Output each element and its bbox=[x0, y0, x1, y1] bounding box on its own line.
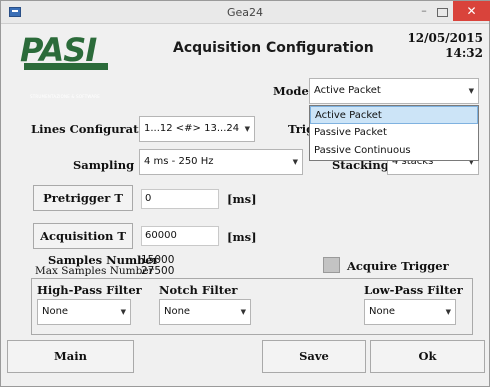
mode-option-passive-continuous[interactable]: Passive Continuous bbox=[310, 142, 478, 160]
high-pass-label: High-Pass Filter bbox=[37, 283, 142, 297]
logo-bar: STRUMENTAZIONE & SOFTWARE bbox=[24, 63, 108, 99]
maximize-button[interactable] bbox=[433, 3, 451, 20]
chevron-down-icon: ▼ bbox=[468, 87, 474, 95]
low-pass-label: Low-Pass Filter bbox=[364, 283, 463, 297]
acquire-trigger-checkbox[interactable] bbox=[323, 257, 340, 273]
low-pass-select[interactable]: None ▼ bbox=[364, 299, 456, 325]
app-window: Gea24 – ✕ PASI STRUMENTAZIONE & SOFTWARE… bbox=[0, 0, 490, 387]
mode-option-passive-packet[interactable]: Passive Packet bbox=[310, 124, 478, 142]
mode-select[interactable]: Active Packet ▼ bbox=[309, 78, 479, 104]
minimize-button[interactable]: – bbox=[415, 3, 433, 20]
max-samples-label: Max Samples Number bbox=[35, 265, 154, 277]
notch-value: None bbox=[164, 306, 191, 317]
acquire-trigger-label: Acquire Trigger bbox=[347, 259, 449, 273]
lines-config-select[interactable]: 1...12 <#> 13...24 ▼ bbox=[139, 116, 255, 142]
mode-select-value: Active Packet bbox=[314, 85, 381, 96]
mode-option-active-packet[interactable]: Active Packet bbox=[310, 106, 478, 124]
high-pass-select[interactable]: None ▼ bbox=[37, 299, 131, 325]
main-button[interactable]: Main bbox=[7, 340, 134, 373]
close-button[interactable]: ✕ bbox=[453, 1, 490, 21]
max-samples-value: 27500 bbox=[141, 265, 175, 277]
title-bar[interactable]: Gea24 – ✕ bbox=[1, 1, 490, 24]
low-pass-value: None bbox=[369, 306, 396, 317]
mode-label: Mode bbox=[273, 84, 309, 98]
mode-dropdown-list[interactable]: Active Packet Passive Packet Passive Con… bbox=[309, 105, 479, 161]
date-text: 12/05/2015 bbox=[407, 31, 483, 45]
chevron-down-icon: ▼ bbox=[292, 158, 298, 166]
ok-button[interactable]: Ok bbox=[370, 340, 485, 373]
pretrigger-unit: [ms] bbox=[227, 192, 257, 206]
chevron-down-icon: ▼ bbox=[445, 308, 451, 316]
save-button[interactable]: Save bbox=[262, 340, 366, 373]
datetime-display: 12/05/2015 14:32 bbox=[407, 31, 483, 61]
pasi-logo: PASI STRUMENTAZIONE & SOFTWARE bbox=[20, 31, 120, 99]
logo-subtitle: STRUMENTAZIONE & SOFTWARE bbox=[30, 94, 100, 99]
pretrigger-input[interactable]: 0 bbox=[141, 189, 219, 209]
acquisition-unit: [ms] bbox=[227, 230, 257, 244]
acquisition-button[interactable]: Acquisition T bbox=[33, 223, 133, 249]
notch-label: Notch Filter bbox=[159, 283, 238, 297]
time-text: 14:32 bbox=[445, 46, 483, 60]
chevron-down-icon: ▼ bbox=[240, 308, 246, 316]
acquisition-input[interactable]: 60000 bbox=[141, 226, 219, 246]
sampling-label: Sampling bbox=[73, 158, 135, 172]
sampling-select[interactable]: 4 ms - 250 Hz ▼ bbox=[139, 149, 303, 175]
notch-select[interactable]: None ▼ bbox=[159, 299, 251, 325]
sampling-value: 4 ms - 250 Hz bbox=[144, 156, 214, 167]
chevron-down-icon: ▼ bbox=[244, 125, 250, 133]
page-title: Acquisition Configuration bbox=[173, 40, 374, 56]
high-pass-value: None bbox=[42, 306, 69, 317]
chevron-down-icon: ▼ bbox=[120, 308, 126, 316]
pretrigger-button[interactable]: Pretrigger T bbox=[33, 185, 133, 211]
lines-config-value: 1...12 <#> 13...24 bbox=[144, 123, 240, 134]
